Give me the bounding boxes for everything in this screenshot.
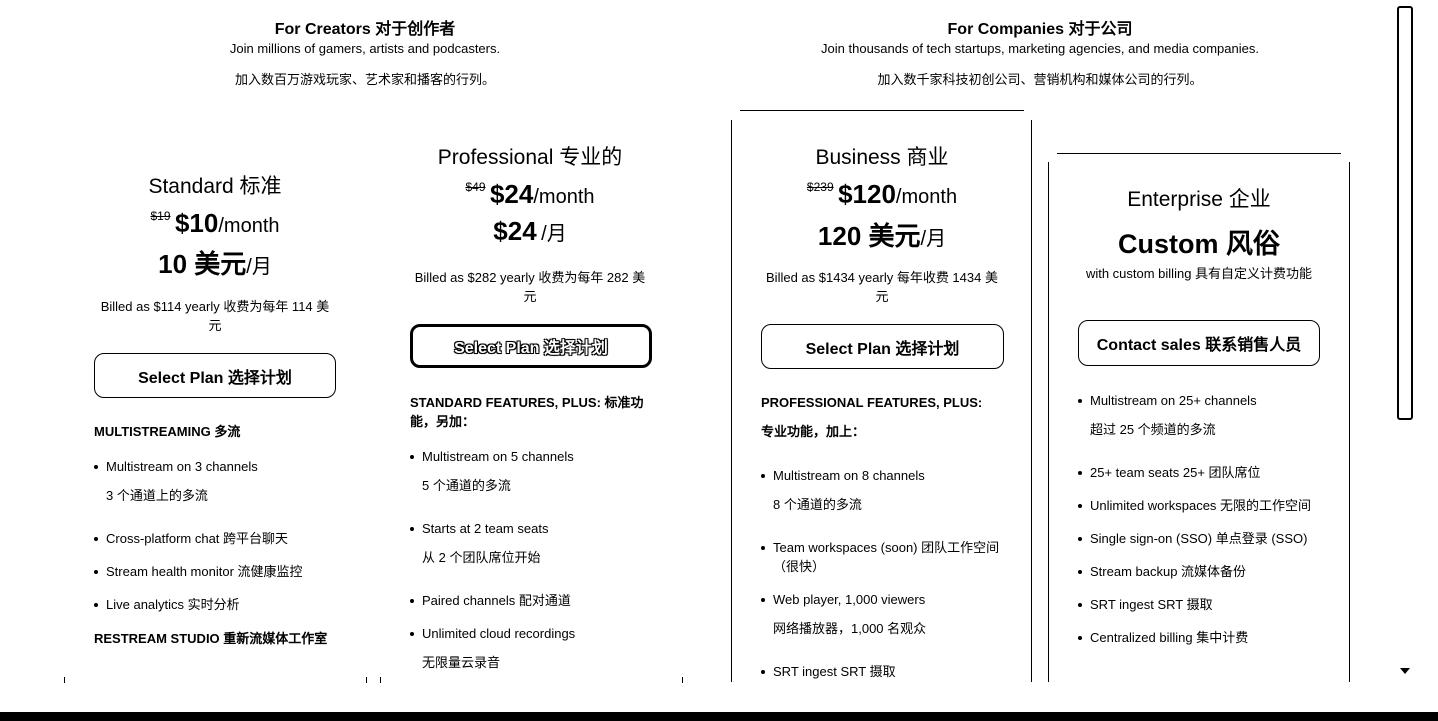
enterprise-feature-list: Multistream on 25+ channels 超过 25 个频道的多流 … xyxy=(1078,391,1333,647)
standard-billed: Billed as $114 yearly 收费为每年 114 美元 xyxy=(100,299,330,333)
enterprise-price: Custom 风俗 xyxy=(1118,229,1280,259)
standard-price-value: $10 xyxy=(174,208,219,238)
business-price-zh-value: 120 美元 xyxy=(817,221,921,251)
list-item: Stream health monitor 流健康监控 xyxy=(94,562,344,581)
list-item: Starts at 2 team seats 从 2 个团队席位开始 xyxy=(410,519,670,567)
business-plan-name: Business 商业 xyxy=(815,146,949,169)
list-item: Multistream on 25+ channels 超过 25 个频道的多流 xyxy=(1078,391,1333,439)
business-section-professional-plus-zh: 专业功能，加上： xyxy=(761,424,866,439)
list-item: Stream backup 流媒体备份 xyxy=(1078,562,1333,581)
professional-price-per: /month xyxy=(533,186,595,208)
professional-feature-list: Multistream on 5 channels 5 个通道的多流 Starts… xyxy=(410,447,670,672)
professional-price-value: $24 xyxy=(489,179,534,209)
business-card-left-border xyxy=(731,120,732,682)
list-item: Single sign-on (SSO) 单点登录 (SSO) xyxy=(1078,529,1333,548)
list-item: Multistream on 5 channels 5 个通道的多流 xyxy=(410,447,670,495)
standard-price-zh-per: /月 xyxy=(246,256,272,278)
business-price-zh-per: /月 xyxy=(920,228,947,250)
companies-subtitle-zh: 加入数千家科技初创公司、营销机构和媒体公司的行列。 xyxy=(877,72,1203,87)
list-item: SRT ingest SRT 摄取 xyxy=(761,662,1023,681)
bottom-bar xyxy=(0,712,1438,721)
enterprise-plan-name: Enterprise 企业 xyxy=(1127,188,1271,211)
list-item: Live analytics 实时分析 xyxy=(94,595,344,614)
standard-price-per: /month xyxy=(218,215,280,237)
list-item: Web player, 1,000 viewers 网络播放器，1,000 名观众 xyxy=(761,590,1023,638)
standard-price: $19 $10/month xyxy=(95,208,335,239)
business-old-price: $239 xyxy=(806,180,834,194)
scroll-down-button[interactable] xyxy=(1398,664,1412,676)
divider-tick xyxy=(380,677,381,683)
professional-select-plan-button[interactable]: Select Plan 选择计划 xyxy=(410,324,652,368)
professional-price-zh: $24 /月 xyxy=(410,216,650,247)
business-billed: Billed as $1434 yearly 每年收费 1434 美元 xyxy=(766,270,998,304)
enterprise-card-top-border xyxy=(1057,153,1341,154)
professional-old-price: $49 xyxy=(465,180,486,194)
standard-price-zh: 10 美元/月 xyxy=(95,244,335,281)
triangle-down-icon xyxy=(1400,668,1410,674)
companies-title: For Companies 对于公司 xyxy=(947,21,1133,38)
enterprise-card-left-border xyxy=(1048,162,1049,682)
professional-section-standard-plus: STANDARD FEATURES, PLUS: 标准功能，另加： xyxy=(410,395,644,429)
professional-price-zh-value: $24 xyxy=(493,216,537,246)
list-item: Unlimited workspaces 无限的工作空间 xyxy=(1078,496,1333,515)
enterprise-billed: with custom billing 具有自定义计费功能 xyxy=(1085,266,1313,281)
business-price: $239 $120/month xyxy=(752,179,1012,210)
divider-tick xyxy=(64,677,65,683)
standard-select-plan-button[interactable]: Select Plan 选择计划 xyxy=(94,353,336,398)
creators-subtitle: Join millions of gamers, artists and pod… xyxy=(229,41,501,56)
business-feature-list: Multistream on 8 channels 8 个通道的多流 Team w… xyxy=(761,466,1023,681)
enterprise-card-right-border xyxy=(1349,162,1350,682)
business-price-zh: 120 美元/月 xyxy=(762,216,1002,253)
business-price-value: $120 xyxy=(838,179,896,209)
standard-plan-name: Standard 标准 xyxy=(148,175,282,198)
list-item: 25+ team seats 25+ 团队席位 xyxy=(1078,463,1333,482)
standard-section-studio: RESTREAM STUDIO 重新流媒体工作室 xyxy=(94,631,328,646)
business-card-top-border xyxy=(740,110,1024,111)
list-item: Paired channels 配对通道 xyxy=(410,591,670,610)
business-section-professional-plus: PROFESSIONAL FEATURES, PLUS: xyxy=(761,395,983,410)
list-item: Unlimited cloud recordings 无限量云录音 xyxy=(410,624,670,672)
list-item: Multistream on 8 channels 8 个通道的多流 xyxy=(761,466,1023,514)
contact-sales-button[interactable]: Contact sales 联系销售人员 xyxy=(1078,320,1320,366)
divider-tick xyxy=(682,677,683,683)
list-item: Centralized billing 集中计费 xyxy=(1078,628,1333,647)
business-price-per: /month xyxy=(895,186,958,208)
standard-old-price: $19 xyxy=(150,209,171,223)
business-card-right-border xyxy=(1031,120,1032,682)
list-item: SRT ingest SRT 摄取 xyxy=(1078,595,1333,614)
professional-price: $49 $24/month xyxy=(410,179,650,210)
creators-subtitle-zh: 加入数百万游戏玩家、艺术家和播客的行列。 xyxy=(234,72,495,87)
professional-price-zh-per: /月 xyxy=(541,223,567,245)
standard-price-zh-value: 10 美元 xyxy=(158,249,247,279)
professional-billed: Billed as $282 yearly 收费为每年 282 美元 xyxy=(414,270,646,304)
list-item: Team workspaces (soon) 团队工作空间（很快） xyxy=(761,538,1023,576)
scrollbar-thumb[interactable] xyxy=(1397,6,1413,420)
list-item: Multistream on 3 channels 3 个通道上的多流 xyxy=(94,457,344,505)
standard-section-multistreaming: MULTISTREAMING 多流 xyxy=(94,424,241,439)
companies-subtitle: Join thousands of tech startups, marketi… xyxy=(821,41,1259,56)
professional-plan-name: Professional 专业的 xyxy=(437,146,623,169)
list-item: Cross-platform chat 跨平台聊天 xyxy=(94,529,344,548)
divider-tick xyxy=(366,677,367,683)
business-select-plan-button[interactable]: Select Plan 选择计划 xyxy=(761,324,1004,369)
standard-feature-list: Multistream on 3 channels 3 个通道上的多流 Cross… xyxy=(94,457,344,614)
creators-title: For Creators 对于创作者 xyxy=(274,21,456,38)
